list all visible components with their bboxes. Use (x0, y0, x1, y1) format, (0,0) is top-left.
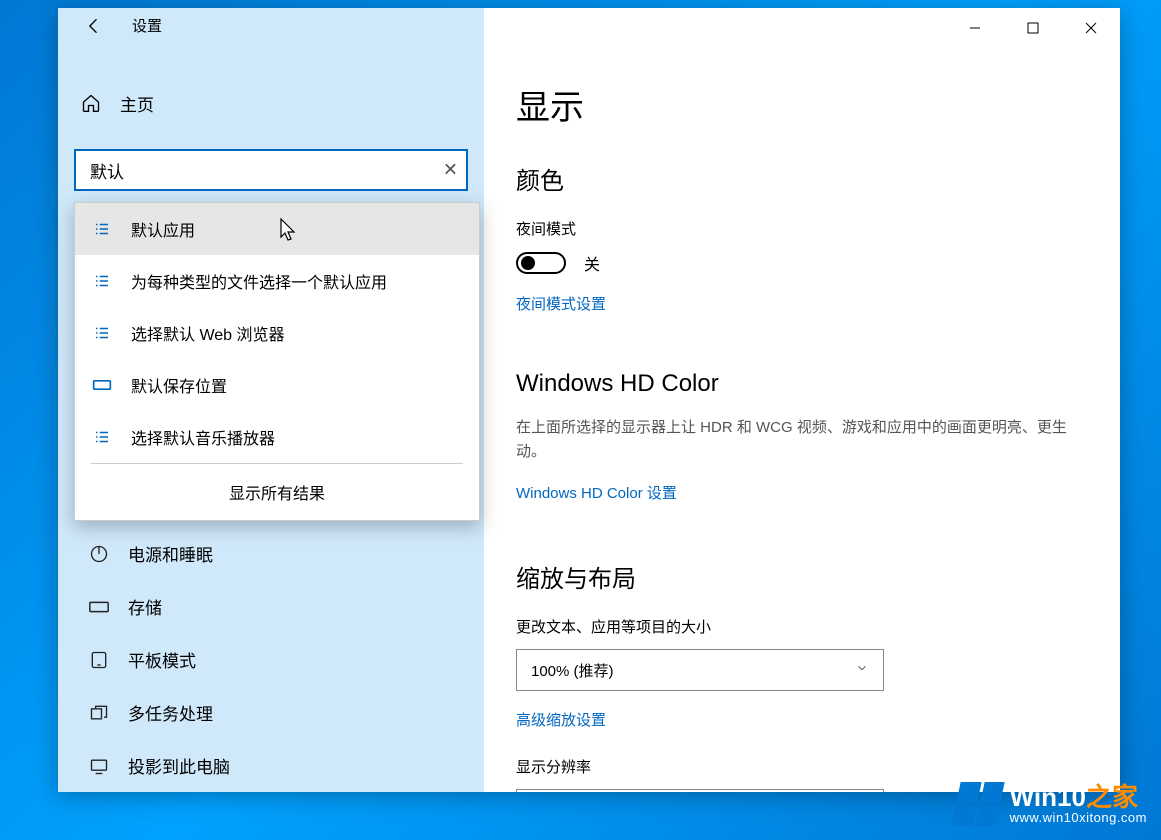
suggestion-label: 选择默认音乐播放器 (131, 425, 275, 449)
sidebar-item-label: 多任务处理 (128, 700, 213, 725)
page-title: 显示 (516, 80, 1084, 129)
suggestion-default-music-player[interactable]: 选择默认音乐播放器 (75, 411, 479, 463)
suggestion-label: 默认保存位置 (131, 373, 227, 397)
scale-value: 100% (推荐) (531, 660, 614, 681)
maximize-button[interactable] (1004, 8, 1062, 48)
resolution-dropdown[interactable]: 1440 × 900 (516, 789, 884, 792)
list-icon (91, 324, 113, 342)
night-mode-toggle[interactable] (516, 252, 566, 274)
watermark-url: www.win10xitong.com (1010, 811, 1147, 825)
section-scale: 缩放与布局 (516, 559, 1084, 594)
night-mode-settings-link[interactable]: 夜间模式设置 (516, 293, 606, 314)
suggestion-default-save-location[interactable]: 默认保存位置 (75, 359, 479, 411)
sidebar-item-storage[interactable]: 存储 (58, 580, 484, 633)
tablet-icon (88, 650, 110, 670)
resolution-label: 显示分辨率 (516, 756, 1084, 777)
night-mode-state: 关 (584, 251, 600, 275)
advanced-scale-link[interactable]: 高级缩放设置 (516, 709, 606, 730)
search-wrap: ✕ (74, 149, 468, 191)
sidebar-item-label: 投影到此电脑 (128, 753, 230, 778)
watermark-brand-zh: 之家 (1086, 782, 1138, 812)
window-title: 设置 (132, 15, 162, 36)
night-mode-toggle-row: 关 (516, 251, 1084, 275)
search-suggestions: 默认应用 为每种类型的文件选择一个默认应用 选择默认 Web 浏览器 默认保存位… (74, 202, 480, 521)
sidebar-item-power[interactable]: 电源和睡眠 (58, 527, 484, 580)
multitask-icon (88, 703, 110, 723)
suggestion-filetype-defaults[interactable]: 为每种类型的文件选择一个默认应用 (75, 255, 479, 307)
section-hdcolor: Windows HD Color (516, 370, 1084, 398)
chevron-down-icon (855, 661, 869, 679)
titlebar-left: 设置 (58, 8, 484, 44)
sidebar-item-projecting[interactable]: 投影到此电脑 (58, 739, 484, 792)
sidebar-item-multitask[interactable]: 多任务处理 (58, 686, 484, 739)
sidebar-list: 电源和睡眠 存储 平板模式 多任务处理 (58, 527, 484, 792)
home-icon (80, 93, 102, 113)
sidebar-item-tablet[interactable]: 平板模式 (58, 633, 484, 686)
suggestion-label: 默认应用 (131, 217, 195, 241)
suggestion-label: 为每种类型的文件选择一个默认应用 (131, 269, 387, 293)
sidebar-item-label: 电源和睡眠 (128, 541, 213, 566)
right-pane: 显示 颜色 夜间模式 关 夜间模式设置 Windows HD Color 在上面… (484, 8, 1120, 792)
close-button[interactable] (1062, 8, 1120, 48)
sidebar-item-label: 平板模式 (128, 647, 196, 672)
minimize-button[interactable] (946, 8, 1004, 48)
watermark-brand: Win10 (1010, 782, 1086, 812)
window-controls (946, 8, 1120, 48)
home-nav[interactable]: 主页 (58, 88, 484, 119)
show-all-results[interactable]: 显示所有结果 (75, 464, 479, 520)
list-icon (91, 428, 113, 446)
suggestion-default-browser[interactable]: 选择默认 Web 浏览器 (75, 307, 479, 359)
sidebar-item-label: 存储 (128, 594, 162, 619)
night-mode-label: 夜间模式 (516, 218, 1084, 239)
search-input[interactable] (74, 149, 468, 191)
windows-logo-icon (951, 782, 1004, 826)
storage-icon (88, 600, 110, 614)
clear-search-icon[interactable]: ✕ (443, 160, 458, 181)
change-size-label: 更改文本、应用等项目的大小 (516, 616, 1084, 637)
watermark-text: Win10之家 www.win10xitong.com (1010, 783, 1147, 826)
section-color: 颜色 (516, 161, 1084, 196)
left-pane: 设置 主页 ✕ 默认应用 为每种类型的文件选择一个 (58, 8, 484, 792)
watermark: Win10之家 www.win10xitong.com (956, 782, 1147, 826)
suggestion-default-apps[interactable]: 默认应用 (75, 203, 479, 255)
project-icon (88, 756, 110, 776)
list-icon (91, 272, 113, 290)
scale-dropdown[interactable]: 100% (推荐) (516, 649, 884, 691)
back-button[interactable] (80, 12, 108, 40)
power-icon (88, 544, 110, 564)
settings-window: 设置 主页 ✕ 默认应用 为每种类型的文件选择一个 (58, 8, 1120, 792)
list-icon (91, 220, 113, 238)
storage-icon (91, 378, 113, 392)
home-label: 主页 (120, 91, 154, 116)
suggestion-label: 选择默认 Web 浏览器 (131, 321, 285, 345)
hdcolor-desc: 在上面所选择的显示器上让 HDR 和 WCG 视频、游戏和应用中的画面更明亮、更… (516, 416, 1076, 464)
hdcolor-settings-link[interactable]: Windows HD Color 设置 (516, 482, 677, 503)
